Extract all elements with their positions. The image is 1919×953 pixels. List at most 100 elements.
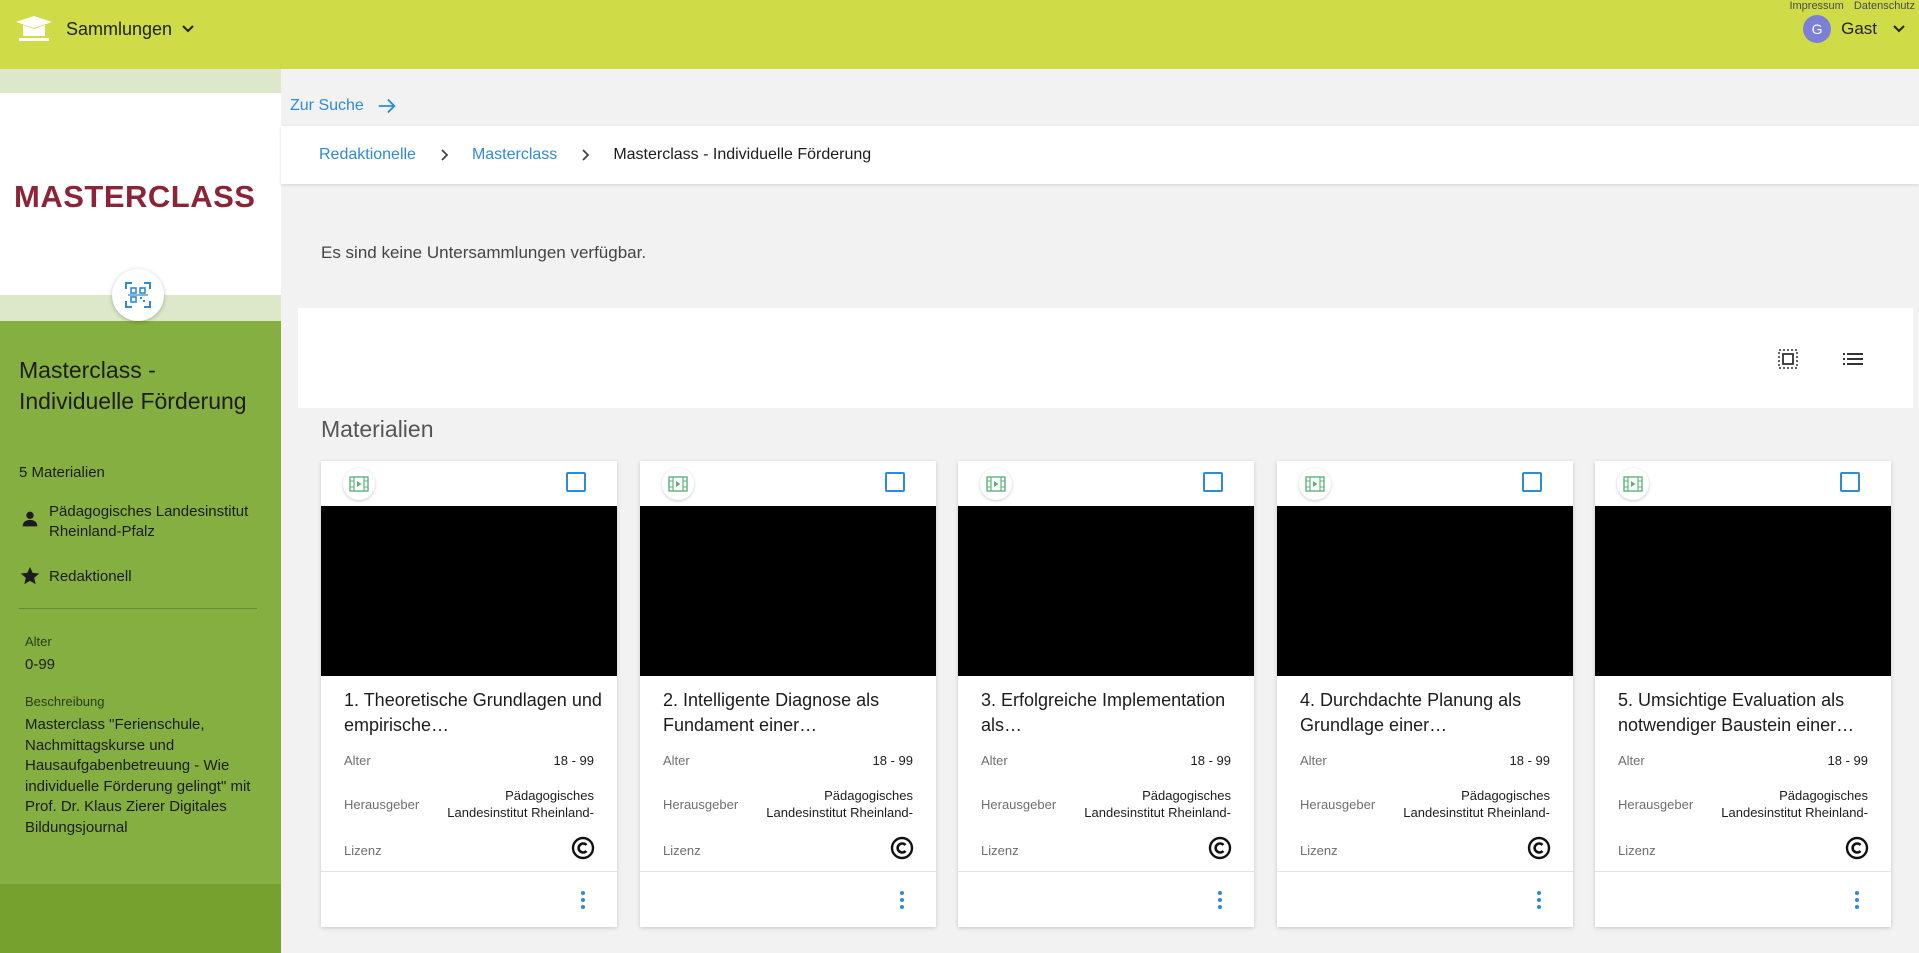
breadcrumb-item-masterclass[interactable]: Masterclass xyxy=(472,146,557,164)
publisher-line: Pädagogisches xyxy=(1779,788,1868,803)
more-vert-icon[interactable] xyxy=(1845,888,1869,912)
license-label: Lizenz xyxy=(344,843,382,858)
publisher-line: Pädagogisches xyxy=(1142,788,1231,803)
breadcrumb-item-redaktionelle[interactable]: Redaktionelle xyxy=(319,146,416,164)
age-value: 18 - 99 xyxy=(1190,753,1231,768)
collection-publisher: Pädagogisches Landesinstitut Rheinland-P… xyxy=(19,502,274,542)
video-type-badge xyxy=(662,468,694,500)
hat-icon xyxy=(16,16,52,41)
publisher-line: Landesinstitut Rheinland- xyxy=(1403,805,1550,820)
video-preview[interactable] xyxy=(321,506,617,676)
datenschutz-link[interactable]: Datenschutz xyxy=(1854,0,1915,12)
publisher-label: Herausgeber xyxy=(1300,797,1376,812)
video-preview[interactable] xyxy=(1595,506,1891,676)
video-icon xyxy=(349,476,369,492)
to-search-label: Zur Suche xyxy=(290,97,364,114)
card-divider xyxy=(1595,871,1891,872)
video-icon xyxy=(1305,476,1325,492)
to-search-link[interactable]: Zur Suche xyxy=(290,95,398,117)
license-label: Lizenz xyxy=(1618,843,1656,858)
user-menu[interactable]: G Gast xyxy=(1803,15,1907,43)
star-icon xyxy=(20,566,40,585)
card-divider xyxy=(1277,871,1573,872)
grid-view-icon[interactable] xyxy=(1776,347,1800,371)
meta-links: Impressum Datenschutz xyxy=(1789,0,1915,12)
publisher-value: Pädagogisches Landesinstitut Rheinland- xyxy=(419,787,594,821)
card-title[interactable]: 5. Umsichtige Evaluation als notwendiger… xyxy=(1618,688,1876,738)
copyright-icon xyxy=(1208,836,1232,860)
select-checkbox[interactable] xyxy=(1203,472,1223,492)
publisher-line: Pädagogisches xyxy=(505,788,594,803)
publisher-line: Landesinstitut Rheinland- xyxy=(1084,805,1231,820)
copyright-icon xyxy=(571,836,595,860)
card-title[interactable]: 2. Intelligente Diagnose als Fundament e… xyxy=(663,688,921,738)
more-vert-icon[interactable] xyxy=(890,888,914,912)
publisher-label: Herausgeber xyxy=(663,797,739,812)
collection-logo-area: MASTERCLASS xyxy=(0,93,281,295)
more-vert-icon[interactable] xyxy=(571,888,595,912)
video-icon xyxy=(986,476,1006,492)
publisher-value: Pädagogisches Landesinstitut Rheinland- xyxy=(1056,787,1231,821)
qr-code-button[interactable] xyxy=(112,269,164,321)
materials-heading: Materialien xyxy=(321,416,434,442)
video-icon xyxy=(668,476,688,492)
breadcrumb-current: Masterclass - Individuelle Förderung xyxy=(613,146,872,163)
select-checkbox[interactable] xyxy=(1840,472,1860,492)
publisher-label: Herausgeber xyxy=(344,797,420,812)
card-title[interactable]: 1. Theoretische Grundlagen und empirisch… xyxy=(344,688,602,738)
age-label: Alter xyxy=(981,753,1008,768)
collections-label: Sammlungen xyxy=(66,18,173,39)
material-card-5[interactable]: 5. Umsichtige Evaluation als notwendiger… xyxy=(1595,461,1891,927)
age-label: Alter xyxy=(1618,753,1645,768)
publisher-line: Pädagogisches xyxy=(824,788,913,803)
card-title[interactable]: 3. Erfolgreiche Implementation als… xyxy=(981,688,1239,738)
video-preview[interactable] xyxy=(1277,506,1573,676)
arrow-right-icon xyxy=(378,98,396,114)
license-label: Lizenz xyxy=(1300,843,1338,858)
sidebar-footer xyxy=(0,884,281,953)
publisher-value: Pädagogisches Landesinstitut Rheinland- xyxy=(1693,787,1868,821)
select-checkbox[interactable] xyxy=(885,472,905,492)
breadcrumb: Redaktionelle Masterclass Masterclass - … xyxy=(281,126,1919,184)
age-value: 0-99 xyxy=(25,656,56,673)
no-subcollections-text: Es sind keine Untersammlungen verfügbar. xyxy=(321,243,647,262)
material-card-4[interactable]: 4. Durchdachte Planung als Grundlage ein… xyxy=(1277,461,1573,927)
video-preview[interactable] xyxy=(958,506,1254,676)
user-name: Gast xyxy=(1841,19,1877,38)
collections-menu[interactable]: Sammlungen xyxy=(14,14,196,44)
more-vert-icon[interactable] xyxy=(1208,888,1232,912)
video-type-badge xyxy=(980,468,1012,500)
chevron-right-icon xyxy=(582,149,590,161)
publisher-line: Landesinstitut Rheinland- xyxy=(766,805,913,820)
description-label: Beschreibung xyxy=(25,694,105,709)
video-preview[interactable] xyxy=(640,506,936,676)
editorial-label: Redaktionell xyxy=(49,567,132,585)
sidebar-strip xyxy=(0,69,281,93)
avatar: G xyxy=(1803,15,1832,43)
publisher-label: Herausgeber xyxy=(981,797,1057,812)
list-view-icon[interactable] xyxy=(1841,347,1865,371)
material-card-3[interactable]: 3. Erfolgreiche Implementation als… Alte… xyxy=(958,461,1254,927)
age-value: 18 - 99 xyxy=(553,753,594,768)
person-icon xyxy=(22,511,38,527)
select-checkbox[interactable] xyxy=(566,472,586,492)
age-label: Alter xyxy=(663,753,690,768)
description-text: Masterclass "Ferienschule, Nachmittagsku… xyxy=(25,716,251,836)
license-label: Lizenz xyxy=(981,843,1019,858)
age-value: 18 - 99 xyxy=(1509,753,1550,768)
card-divider xyxy=(958,871,1254,872)
card-title[interactable]: 4. Durchdachte Planung als Grundlage ein… xyxy=(1300,688,1558,738)
more-vert-icon[interactable] xyxy=(1527,888,1551,912)
impressum-link[interactable]: Impressum xyxy=(1789,0,1843,12)
material-card-2[interactable]: 2. Intelligente Diagnose als Fundament e… xyxy=(640,461,936,927)
video-icon xyxy=(1623,476,1643,492)
material-card-1[interactable]: 1. Theoretische Grundlagen und empirisch… xyxy=(321,461,617,927)
license-label: Lizenz xyxy=(663,843,701,858)
publisher-line: Landesinstitut Rheinland- xyxy=(447,805,594,820)
publisher-line: Pädagogisches xyxy=(1461,788,1550,803)
publisher-value: Pädagogisches Landesinstitut Rheinland- xyxy=(1375,787,1550,821)
card-divider xyxy=(640,871,936,872)
chevron-down-icon xyxy=(182,25,194,33)
select-checkbox[interactable] xyxy=(1522,472,1542,492)
copyright-icon xyxy=(890,836,914,860)
